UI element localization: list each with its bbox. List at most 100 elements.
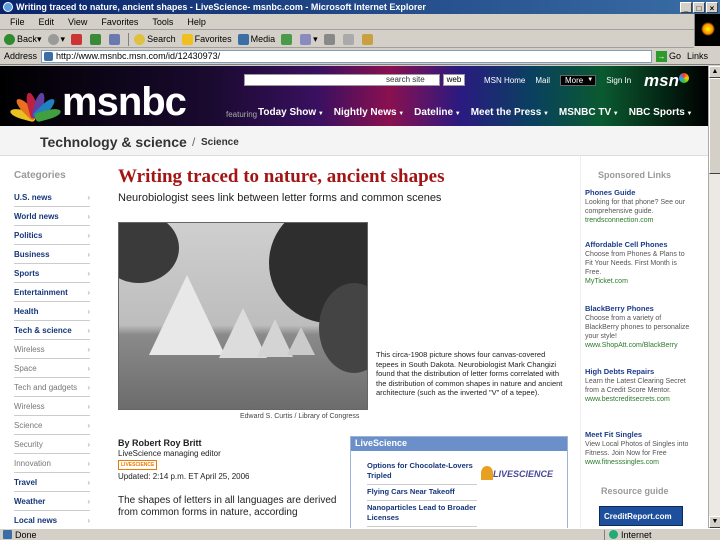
sponsored-ad[interactable]: Affordable Cell Phones Choose from Phone… (585, 240, 691, 286)
ad-title[interactable]: Meet Fit Singles (585, 430, 691, 439)
sidebar-subitem[interactable]: Security (14, 435, 90, 454)
go-button[interactable]: → Go (655, 50, 681, 62)
section-bar: Technology & science / Science (0, 126, 708, 156)
sidebar-item-entertainment[interactable]: Entertainment (14, 283, 90, 302)
sidebar-item-weather[interactable]: Weather (14, 492, 90, 511)
livescience-badge: LIVESCIENCE (118, 460, 158, 470)
ad-url[interactable]: www.ShopAtt.com/BlackBerry (585, 341, 691, 350)
security-zone: Internet (604, 529, 720, 540)
list-item[interactable]: Nanoparticles Lead to Broader Licenses (367, 501, 477, 527)
article-headline: Writing traced to nature, ancient shapes (118, 166, 445, 187)
photo-credit: Edward S. Curtis / Library of Congress (240, 413, 360, 420)
print-button[interactable] (323, 33, 337, 45)
sidebar-subitem[interactable]: Space (14, 359, 90, 378)
sponsored-ad[interactable]: BlackBerry Phones Choose from a variety … (585, 304, 691, 350)
sidebar-item-sports[interactable]: Sports (14, 264, 90, 283)
minimize-button[interactable]: _ (680, 1, 692, 13)
mail-link[interactable]: Mail (535, 76, 550, 85)
search-site-label: search site (386, 75, 425, 84)
list-item[interactable]: Flying Cars Near Takeoff (367, 485, 477, 501)
menu-tools[interactable]: Tools (152, 17, 173, 27)
discuss-button[interactable] (361, 33, 375, 45)
maximize-button[interactable]: □ (693, 1, 705, 13)
mail-button[interactable]: ▾ (300, 33, 318, 45)
msn-logo[interactable]: msn (644, 71, 689, 91)
sidebar-item-business[interactable]: Business (14, 245, 90, 264)
sidebar-subitem[interactable]: Innovation (14, 454, 90, 473)
sidebar-item-local-news[interactable]: Local news (14, 511, 90, 528)
ad-title[interactable]: High Debts Repairs (585, 367, 691, 376)
sidebar-subitem[interactable]: Tech and gadgets (14, 378, 90, 397)
address-label: Address (4, 51, 38, 61)
ad-url[interactable]: www.fitnesssingles.com (585, 458, 691, 467)
ad-url[interactable]: trendsconnection.com (585, 216, 691, 225)
section-title[interactable]: Technology & science (40, 134, 187, 150)
sidebar-item-us-news[interactable]: U.S. news (14, 188, 90, 207)
ie-icon (3, 2, 13, 12)
web-search-button[interactable]: web (443, 74, 465, 86)
section-subtitle[interactable]: Science (201, 137, 239, 148)
msnbc-logo[interactable]: msnbc (62, 80, 187, 124)
list-item[interactable]: Options for Chocolate-Lovers Tripled (367, 459, 477, 485)
sponsored-column: Sponsored Links Phones Guide Looking for… (580, 156, 690, 528)
forward-button[interactable]: ▾ (47, 33, 65, 45)
vertical-scrollbar[interactable]: ▲ ▼ (708, 66, 720, 528)
menu-view[interactable]: View (68, 17, 87, 27)
nbc-peacock-icon (9, 88, 62, 123)
nav-nightly-news[interactable]: Nightly News (334, 107, 404, 118)
address-input[interactable]: http://www.msnbc.msn.com/id/12430973/ (41, 49, 652, 63)
stop-button[interactable] (71, 33, 84, 45)
sidebar-subitem[interactable]: Wireless (14, 340, 90, 359)
menu-edit[interactable]: Edit (39, 17, 55, 27)
nav-msnbc-tv[interactable]: MSNBC TV (559, 107, 619, 118)
livescience-logo[interactable]: LIVESCIENCE (480, 466, 553, 480)
address-bar: Address http://www.msnbc.msn.com/id/1243… (0, 48, 720, 65)
ad-title[interactable]: BlackBerry Phones (585, 304, 691, 313)
ad-title[interactable]: Affordable Cell Phones (585, 240, 691, 249)
links-label[interactable]: Links (687, 51, 708, 61)
sponsored-ad[interactable]: Phones Guide Looking for that phone? See… (585, 188, 691, 225)
msn-home-link[interactable]: MSN Home (484, 76, 525, 85)
sidebar-subitem[interactable]: Science (14, 416, 90, 435)
back-button[interactable]: Back ▾ (4, 33, 42, 45)
photo-caption: This circa-1908 picture shows four canva… (376, 350, 563, 397)
sidebar-item-health[interactable]: Health (14, 302, 90, 321)
nav-today-show[interactable]: Today Show (258, 107, 324, 118)
nav-nbc-sports[interactable]: NBC Sports (629, 107, 693, 118)
sidebar-item-tech-science[interactable]: Tech & science (14, 321, 90, 340)
home-button[interactable] (109, 33, 122, 45)
sidebar-item-travel[interactable]: Travel (14, 473, 90, 492)
scroll-thumb[interactable] (709, 78, 720, 174)
favorites-button[interactable]: Favorites (181, 33, 232, 45)
ad-url[interactable]: MyTicket.com (585, 277, 691, 286)
sidebar-item-world-news[interactable]: World news (14, 207, 90, 226)
media-button[interactable]: Media (237, 33, 275, 45)
nav-meet-the-press[interactable]: Meet the Press (471, 107, 549, 118)
menu-help[interactable]: Help (187, 17, 206, 27)
nav-dateline[interactable]: Dateline (414, 107, 461, 118)
scroll-up-icon[interactable]: ▲ (709, 66, 720, 78)
menu-favorites[interactable]: Favorites (101, 17, 138, 27)
more-dropdown[interactable]: More (560, 75, 597, 86)
sign-in-link[interactable]: Sign In (606, 76, 631, 85)
window-title-bar: Writing traced to nature, ancient shapes… (0, 0, 720, 14)
windows-logo-icon (694, 14, 720, 46)
category-list: U.S. news World news Politics Business S… (14, 188, 90, 528)
sponsored-ad[interactable]: High Debts Repairs Learn the Latest Clea… (585, 367, 691, 404)
scroll-down-icon[interactable]: ▼ (709, 516, 720, 528)
print-icon (323, 33, 335, 45)
refresh-button[interactable] (90, 33, 103, 45)
close-button[interactable]: × (706, 1, 718, 13)
menu-file[interactable]: File (10, 17, 25, 27)
sidebar-subitem[interactable]: Wireless (14, 397, 90, 416)
credit-report-banner[interactable]: CreditReport.com (599, 506, 683, 526)
history-button[interactable] (281, 33, 294, 45)
edit-button[interactable] (342, 33, 356, 45)
ad-url[interactable]: www.bestcreditsecrets.com (585, 395, 691, 404)
sidebar-item-politics[interactable]: Politics (14, 226, 90, 245)
sponsored-ad[interactable]: Meet Fit Singles View Local Photos of Si… (585, 430, 691, 467)
refresh-icon (90, 33, 102, 45)
search-button[interactable]: Search (134, 33, 176, 45)
mail-icon (300, 33, 312, 45)
ad-title[interactable]: Phones Guide (585, 188, 691, 197)
